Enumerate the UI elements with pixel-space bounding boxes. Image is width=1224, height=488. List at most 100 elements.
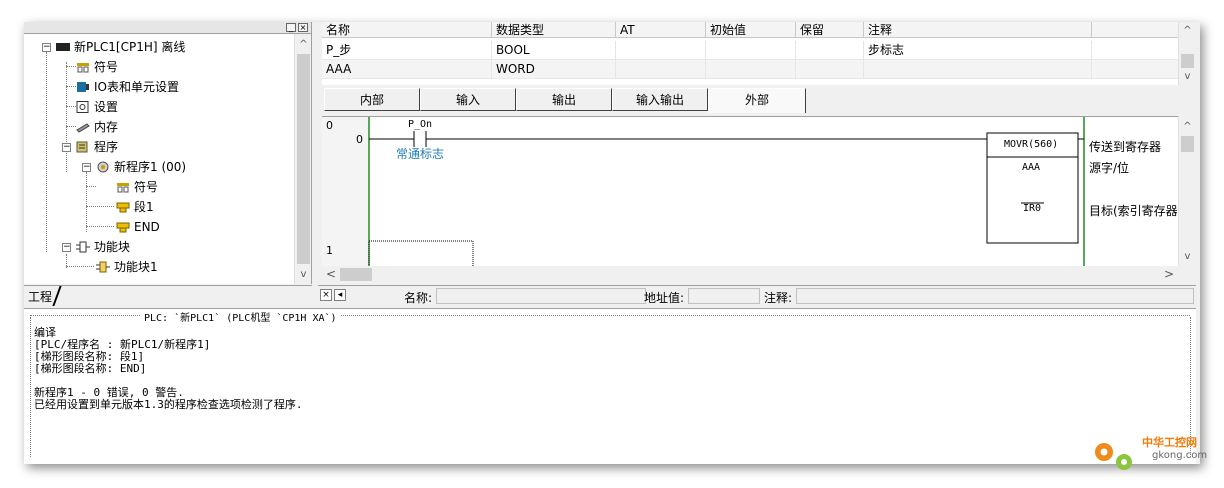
name-field[interactable] bbox=[436, 288, 646, 304]
tree-item-symbols[interactable]: 符号 bbox=[76, 58, 118, 76]
collapse-toggle[interactable]: − bbox=[62, 143, 71, 152]
cell-initial[interactable] bbox=[706, 60, 796, 79]
tree-item-local-symbols[interactable]: 符号 bbox=[116, 178, 158, 196]
tree-item-memory[interactable]: 内存 bbox=[76, 118, 118, 136]
tree-line bbox=[86, 172, 87, 232]
cell-type[interactable]: BOOL bbox=[492, 41, 616, 60]
cell-initial[interactable] bbox=[706, 41, 796, 60]
tree-line bbox=[66, 126, 76, 127]
project-tab[interactable]: 工程 bbox=[24, 285, 312, 306]
scroll-down-icon[interactable]: v bbox=[1179, 68, 1196, 85]
previous-icon[interactable]: ◂ bbox=[334, 289, 346, 301]
scroll-up-icon[interactable]: ^ bbox=[1179, 22, 1196, 39]
scroll-up-icon[interactable]: ^ bbox=[295, 36, 311, 53]
symbol-icon bbox=[116, 180, 130, 193]
comment-field[interactable] bbox=[796, 288, 1194, 304]
table-row[interactable]: AAA WORD bbox=[322, 60, 1178, 79]
tree-titlebar: _ × bbox=[24, 22, 311, 34]
column-header[interactable]: 名称 bbox=[322, 22, 492, 38]
scroll-thumb[interactable] bbox=[1181, 136, 1194, 152]
tree-item-io-table[interactable]: IO表和单元设置 bbox=[76, 78, 179, 96]
tree-item-label: 段1 bbox=[134, 200, 154, 214]
tree-item-plc[interactable]: 新PLC1[CP1H] 离线 bbox=[56, 38, 185, 56]
tree-item-label: END bbox=[134, 220, 160, 234]
minimize-icon[interactable]: _ bbox=[286, 23, 296, 32]
instruction-comment: 传送到寄存器 bbox=[1089, 140, 1162, 154]
tab-internal[interactable]: 内部 bbox=[324, 88, 420, 111]
tree-item-programs[interactable]: 程序 bbox=[76, 138, 118, 156]
tree-scrollbar[interactable]: ^ v bbox=[294, 34, 311, 284]
tree-item-label: 功能块 bbox=[94, 240, 131, 254]
project-tree-panel: _ × − 新PLC1[CP1H] 离线 符号 IO表和单元设置 设置 内存 −… bbox=[24, 22, 312, 284]
column-header[interactable]: AT bbox=[616, 22, 706, 38]
output-title: PLC: `新PLC1` (PLC机型 `CP1H XA`) bbox=[140, 309, 341, 324]
column-header[interactable]: 初始值 bbox=[706, 22, 796, 38]
column-header[interactable]: 数据类型 bbox=[492, 22, 616, 38]
cell-retain[interactable] bbox=[796, 60, 864, 79]
ladder-vertical-scrollbar[interactable]: ^ v bbox=[1178, 116, 1196, 266]
tree-item-program1[interactable]: 新程序1 (00) bbox=[96, 158, 186, 176]
operand2-comment: 目标(索引寄存器 bbox=[1089, 204, 1178, 218]
tree-item-settings[interactable]: 设置 bbox=[76, 98, 118, 116]
tree-line bbox=[66, 266, 94, 267]
tree-item-label: 符号 bbox=[134, 180, 159, 194]
output-line: 已经用设置到单元版本1.3的程序检查选项检测了程序. bbox=[34, 398, 303, 411]
tree-item-function-block1[interactable]: 功能块1 bbox=[96, 258, 158, 276]
scroll-up-icon[interactable]: ^ bbox=[1179, 118, 1196, 135]
table-row[interactable]: P_步 BOOL 步标志 bbox=[322, 41, 1178, 60]
cell-at[interactable] bbox=[616, 60, 706, 79]
collapse-toggle[interactable]: − bbox=[82, 163, 91, 172]
comment-label: 注释: bbox=[764, 291, 793, 305]
name-label: 名称: bbox=[404, 291, 433, 305]
tab-input[interactable]: 输入 bbox=[420, 88, 516, 111]
scroll-right-icon[interactable]: > bbox=[1164, 267, 1174, 281]
address-field[interactable] bbox=[688, 288, 760, 304]
collapse-toggle[interactable]: − bbox=[62, 243, 71, 252]
cell-comment[interactable]: 步标志 bbox=[864, 41, 1092, 60]
tab-output[interactable]: 输出 bbox=[516, 88, 612, 111]
tree-line bbox=[66, 62, 67, 172]
ladder-editor[interactable]: 0 0 1 P_On 常通标志 MOVR(560) AAA IR0 传送到寄存器… bbox=[322, 116, 1178, 266]
scroll-thumb[interactable] bbox=[1181, 54, 1194, 68]
tree-item-function-blocks[interactable]: 功能块 bbox=[76, 238, 130, 256]
contact-name[interactable]: P_On bbox=[408, 119, 432, 130]
tree-item-section1[interactable]: 段1 bbox=[116, 198, 154, 216]
output-window: PLC: `新PLC1` (PLC机型 `CP1H XA`) 编译 [PLC/程… bbox=[24, 308, 1196, 464]
operand-source[interactable]: AAA bbox=[1022, 162, 1040, 173]
program-icon bbox=[96, 160, 110, 173]
tab-edge bbox=[52, 286, 62, 306]
cell-retain[interactable] bbox=[796, 41, 864, 60]
cell-name[interactable]: P_步 bbox=[322, 41, 492, 60]
project-tab-label: 工程 bbox=[28, 290, 53, 304]
instruction-mnemonic[interactable]: MOVR(560) bbox=[1004, 139, 1058, 150]
operand-destination[interactable]: IR0 bbox=[1023, 203, 1041, 214]
plc-icon bbox=[56, 43, 70, 51]
cell-at[interactable] bbox=[616, 41, 706, 60]
watermark-logo: 中华工控网 gkong.com bbox=[1090, 430, 1210, 480]
tab-external[interactable]: 外部 bbox=[708, 88, 806, 113]
function-block-icon bbox=[76, 240, 90, 253]
scroll-down-icon[interactable]: v bbox=[295, 266, 311, 283]
column-header[interactable]: 保留 bbox=[796, 22, 864, 38]
tree-item-label: 新PLC1[CP1H] 离线 bbox=[74, 40, 186, 54]
cell-name[interactable]: AAA bbox=[322, 60, 492, 79]
variable-table: 名称 数据类型 AT 初始值 保留 注释 P_步 BOOL 步标志 AAA WO… bbox=[322, 22, 1178, 85]
tree-item-label: 内存 bbox=[94, 120, 119, 134]
tree-item-label: 符号 bbox=[94, 60, 119, 74]
variable-table-scrollbar[interactable]: ^ v bbox=[1178, 22, 1196, 85]
scroll-left-icon[interactable]: < bbox=[326, 267, 336, 281]
cell-comment[interactable] bbox=[864, 60, 1092, 79]
tree-item-end[interactable]: END bbox=[116, 218, 160, 236]
cell-type[interactable]: WORD bbox=[492, 60, 616, 79]
ladder-horizontal-scrollbar[interactable]: < > bbox=[322, 266, 1178, 283]
programs-icon bbox=[76, 140, 90, 153]
column-header[interactable]: 注释 bbox=[864, 22, 1092, 38]
collapse-toggle[interactable]: − bbox=[42, 43, 51, 52]
scroll-down-icon[interactable]: v bbox=[1179, 248, 1196, 265]
close-icon[interactable]: × bbox=[298, 23, 308, 32]
scroll-thumb[interactable] bbox=[297, 54, 310, 264]
tab-input-output[interactable]: 输入输出 bbox=[612, 88, 708, 111]
close-pane-icon[interactable]: × bbox=[320, 289, 332, 301]
scroll-thumb[interactable] bbox=[340, 268, 372, 281]
memory-icon bbox=[76, 120, 90, 133]
